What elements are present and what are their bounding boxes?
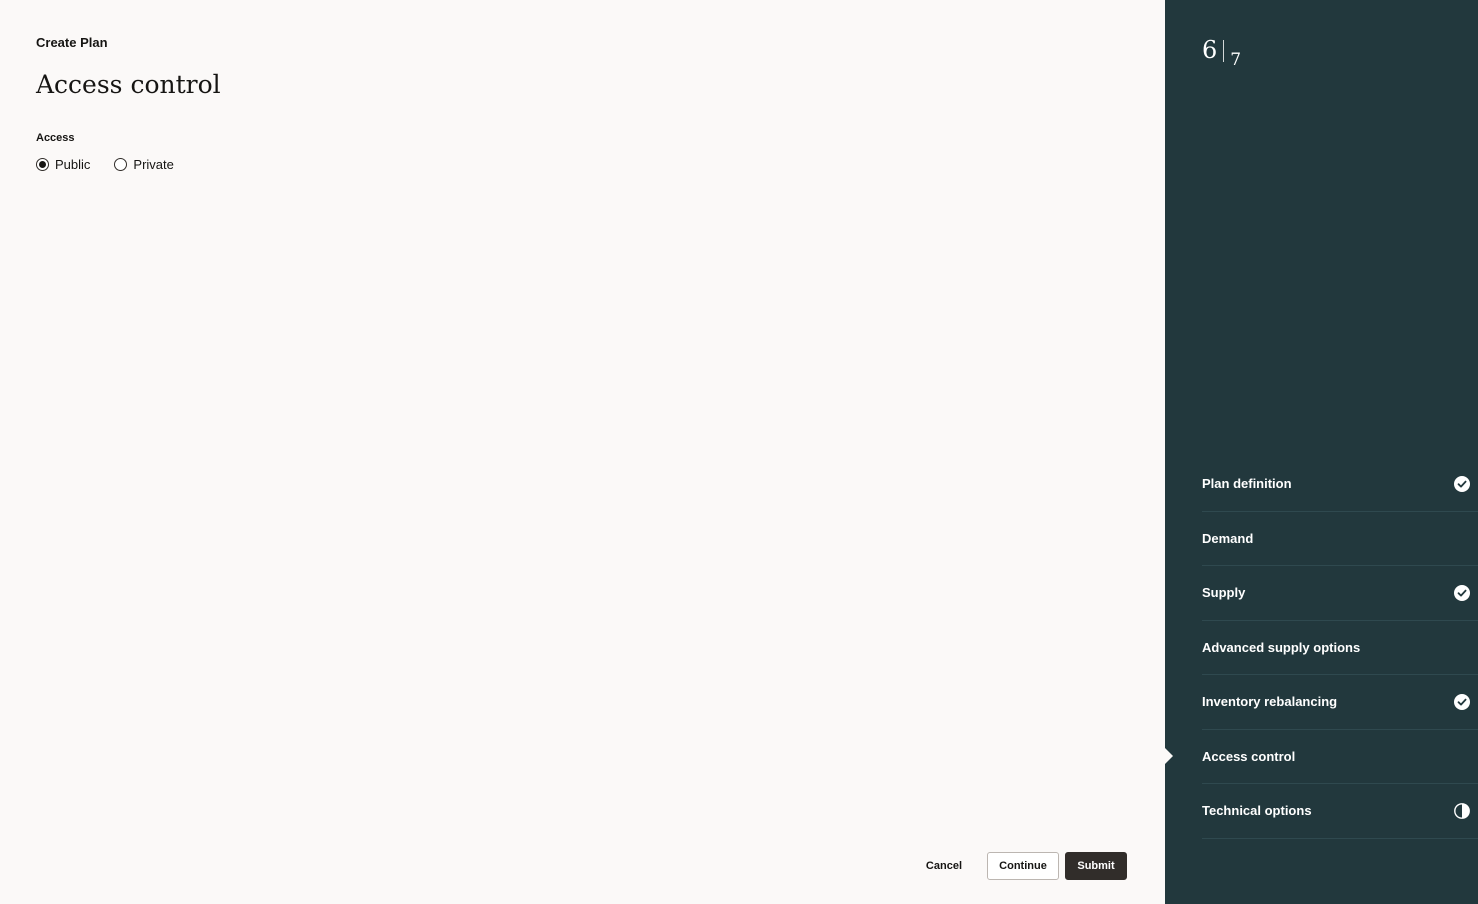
radio-public-label: Public bbox=[55, 157, 91, 172]
step-label: Access control bbox=[1202, 748, 1296, 764]
radio-private-label: Private bbox=[133, 157, 174, 172]
check-circle-icon bbox=[1454, 584, 1470, 601]
step-label: Advanced supply options bbox=[1202, 639, 1361, 655]
train-sidebar: 6 7 Plan definition Demand Supply Advanc… bbox=[1165, 0, 1478, 904]
step-inventory-rebalancing[interactable]: Inventory rebalancing bbox=[1202, 675, 1478, 730]
half-circle-icon bbox=[1454, 802, 1470, 819]
main-panel: Create Plan Access control Access Public… bbox=[0, 0, 1165, 904]
step-advanced-supply-options[interactable]: Advanced supply options bbox=[1202, 621, 1478, 675]
step-access-control[interactable]: Access control bbox=[1202, 730, 1478, 784]
radio-private-indicator[interactable] bbox=[114, 158, 128, 171]
check-circle-icon bbox=[1454, 693, 1470, 710]
current-step-number: 6 bbox=[1202, 36, 1218, 64]
check-circle-icon bbox=[1454, 475, 1470, 492]
continue-button[interactable]: Continue bbox=[987, 852, 1059, 880]
step-label: Supply bbox=[1202, 585, 1246, 601]
access-label: Access bbox=[36, 132, 75, 144]
step-label: Inventory rebalancing bbox=[1202, 694, 1338, 710]
step-demand[interactable]: Demand bbox=[1202, 512, 1478, 566]
radio-public[interactable]: Public bbox=[36, 157, 90, 172]
step-counter: 6 7 bbox=[1202, 36, 1241, 69]
total-steps-number: 7 bbox=[1230, 50, 1242, 70]
radio-public-indicator[interactable] bbox=[36, 158, 49, 171]
step-plan-definition[interactable]: Plan definition bbox=[1202, 457, 1478, 512]
step-label: Plan definition bbox=[1202, 476, 1292, 492]
step-label: Technical options bbox=[1202, 803, 1312, 819]
submit-button[interactable]: Submit bbox=[1065, 852, 1127, 880]
page-title: Access control bbox=[36, 70, 221, 99]
step-technical-options[interactable]: Technical options bbox=[1202, 784, 1478, 839]
breadcrumb: Create Plan bbox=[36, 35, 108, 50]
footer-actions: Cancel Continue Submit bbox=[913, 852, 1127, 880]
step-supply[interactable]: Supply bbox=[1202, 566, 1478, 621]
cancel-button[interactable]: Cancel bbox=[913, 852, 975, 880]
step-label: Demand bbox=[1202, 530, 1254, 546]
step-list: Plan definition Demand Supply Advanced s… bbox=[1202, 457, 1478, 839]
radio-private[interactable]: Private bbox=[114, 157, 174, 172]
access-radio-group: Public Private bbox=[36, 157, 174, 172]
counter-divider bbox=[1223, 40, 1225, 62]
